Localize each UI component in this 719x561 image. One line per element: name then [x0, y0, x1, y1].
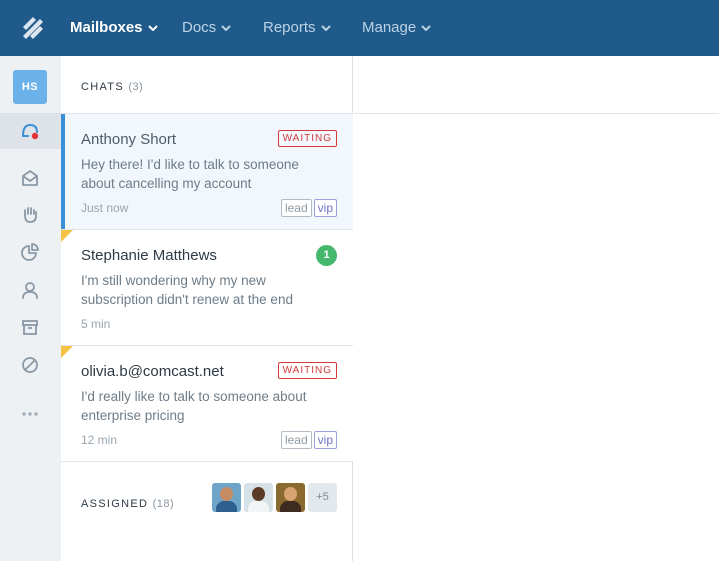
chevron-down-icon	[147, 25, 158, 31]
hand-icon[interactable]	[19, 204, 41, 226]
chats-header: CHATS (3)	[61, 56, 353, 114]
tag-vip[interactable]: vip	[313, 431, 337, 449]
chat-tags: lead vip	[280, 199, 337, 217]
avatar[interactable]	[244, 483, 273, 512]
nav-mailboxes-label: Mailboxes	[70, 19, 143, 36]
chat-list-panel: CHATS (3) Anthony Short WAITING Hey ther…	[61, 56, 353, 561]
chats-title-label: CHATS	[81, 81, 124, 93]
avatar[interactable]	[276, 483, 305, 512]
chevron-down-icon	[221, 25, 231, 31]
chat-preview: Hey there! I'd like to talk to someone a…	[81, 157, 299, 191]
chat-notification-icon[interactable]	[19, 120, 41, 142]
conversation-header	[354, 56, 719, 114]
chat-name: Anthony Short	[81, 131, 177, 148]
assigned-title-label: ASSIGNED	[81, 498, 149, 510]
nav-mailboxes[interactable]: Mailboxes	[70, 0, 158, 56]
chat-time: Just now	[81, 201, 129, 215]
chat-item-olivia[interactable]: olivia.b@comcast.net WAITING I'd really …	[61, 346, 353, 462]
helpscout-logo-icon[interactable]	[20, 14, 46, 42]
priority-flag-icon	[61, 346, 73, 358]
archive-icon[interactable]	[19, 316, 41, 338]
chats-count: (3)	[128, 81, 144, 93]
chat-preview: I'd really like to talk to someone about…	[81, 389, 307, 423]
more-dots-icon[interactable]	[19, 403, 41, 425]
chat-item-anthony-short[interactable]: Anthony Short WAITING Hey there! I'd lik…	[61, 114, 353, 230]
chat-preview: I'm still wondering why my new subscript…	[81, 273, 293, 307]
tag-lead[interactable]: lead	[280, 199, 312, 217]
chat-tags: lead vip	[280, 431, 337, 449]
tag-lead[interactable]: lead	[280, 431, 312, 449]
assigned-count: (18)	[152, 498, 175, 510]
user-icon[interactable]	[19, 279, 41, 301]
conversation-pane	[354, 56, 719, 561]
nav-reports-label: Reports	[263, 19, 316, 36]
chat-name: Stephanie Matthews	[81, 247, 217, 264]
assigned-title: ASSIGNED (18)	[81, 498, 174, 510]
assigned-avatars[interactable]: +5	[212, 483, 337, 512]
chat-time: 12 min	[81, 433, 118, 447]
chevron-down-icon	[320, 25, 331, 31]
unread-count-badge: 1	[316, 245, 337, 266]
top-navigation-bar: Mailboxes Docs Reports Manage	[0, 0, 719, 56]
chat-time: 5 min	[81, 317, 111, 331]
waiting-badge: WAITING	[277, 362, 337, 379]
waiting-badge: WAITING	[277, 130, 337, 147]
nav-docs-label: Docs	[182, 19, 217, 36]
pie-chart-icon[interactable]	[19, 241, 41, 263]
left-icon-rail: HS	[0, 56, 61, 561]
nav-reports[interactable]: Reports	[263, 0, 331, 56]
chat-item-stephanie-matthews[interactable]: Stephanie Matthews 1 I'm still wondering…	[61, 230, 353, 346]
nav-manage[interactable]: Manage	[362, 0, 431, 56]
more-assigned-count[interactable]: +5	[308, 483, 337, 512]
chats-title: CHATS (3)	[81, 81, 143, 93]
selected-indicator	[61, 114, 65, 229]
blocked-icon[interactable]	[19, 354, 41, 376]
chat-name: olivia.b@comcast.net	[81, 363, 224, 380]
tag-vip[interactable]: vip	[313, 199, 337, 217]
inbox-icon[interactable]	[19, 167, 41, 189]
nav-manage-label: Manage	[362, 19, 417, 36]
priority-flag-icon	[61, 230, 73, 242]
avatar[interactable]	[212, 483, 241, 512]
assigned-section[interactable]: ASSIGNED (18) +5	[61, 461, 353, 533]
chevron-down-icon	[421, 25, 431, 31]
user-avatar[interactable]: HS	[13, 70, 47, 104]
nav-docs[interactable]: Docs	[182, 0, 231, 56]
